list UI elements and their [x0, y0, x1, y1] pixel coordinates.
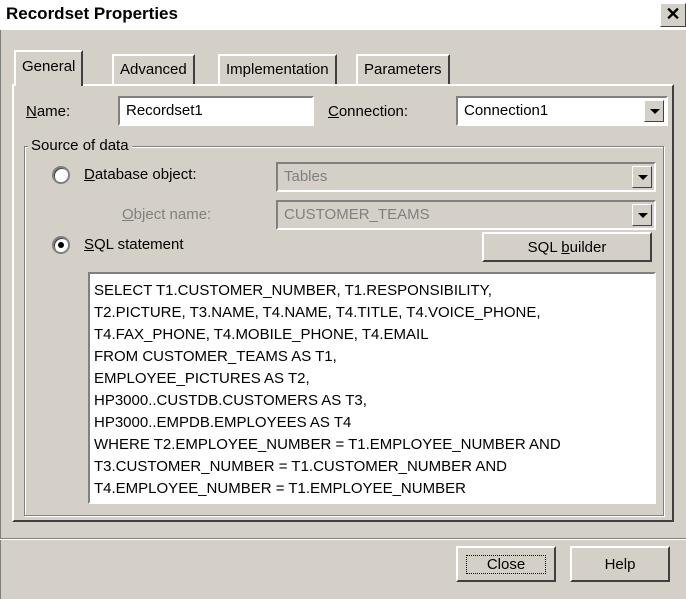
tab-label: Advanced	[120, 61, 187, 78]
database-object-select[interactable]: Tables	[276, 162, 656, 192]
close-icon[interactable]: ✕	[660, 3, 686, 27]
database-object-radio[interactable]	[52, 166, 70, 184]
tab-label: Implementation	[226, 61, 329, 78]
chevron-down-icon[interactable]	[644, 100, 664, 122]
database-object-value: Tables	[284, 168, 328, 185]
connection-select[interactable]: Connection1	[456, 96, 668, 126]
connection-value: Connection1	[464, 102, 549, 119]
object-name-value: CUSTOMER_TEAMS	[284, 206, 430, 223]
name-label: Name:	[26, 103, 71, 120]
sql-statement-label: SQL statement	[84, 236, 184, 253]
name-label-text: ame:	[36, 103, 71, 120]
name-input[interactable]: Recordset1	[118, 96, 314, 126]
connection-label: Connection:	[328, 103, 409, 120]
sql-statement-textarea[interactable]: SELECT T1.CUSTOMER_NUMBER, T1.RESPONSIBI…	[88, 272, 656, 504]
chevron-down-icon[interactable]	[632, 204, 652, 226]
sql-builder-button[interactable]: SQL builder	[482, 232, 652, 262]
help-button[interactable]: Help	[570, 546, 670, 582]
object-name-select[interactable]: CUSTOMER_TEAMS	[276, 200, 656, 230]
object-name-label: Object name:	[122, 206, 212, 223]
tab-implementation[interactable]: Implementation	[218, 54, 337, 84]
close-button[interactable]: Close	[456, 546, 556, 582]
tab-general[interactable]: General	[14, 50, 84, 86]
tab-parameters[interactable]: Parameters	[356, 54, 450, 84]
tab-advanced[interactable]: Advanced	[112, 54, 195, 84]
divider	[0, 538, 686, 540]
close-button-label: Close	[465, 555, 547, 574]
window-title: Recordset Properties	[6, 4, 178, 23]
source-of-data-legend: Source of data	[28, 137, 132, 154]
tab-label: Parameters	[364, 61, 442, 78]
chevron-down-icon[interactable]	[632, 166, 652, 188]
title-bar: Recordset Properties ✕	[0, 0, 686, 30]
sql-statement-radio[interactable]	[52, 236, 70, 254]
tab-label: General	[22, 58, 76, 75]
database-object-label: Database object:	[84, 166, 197, 183]
